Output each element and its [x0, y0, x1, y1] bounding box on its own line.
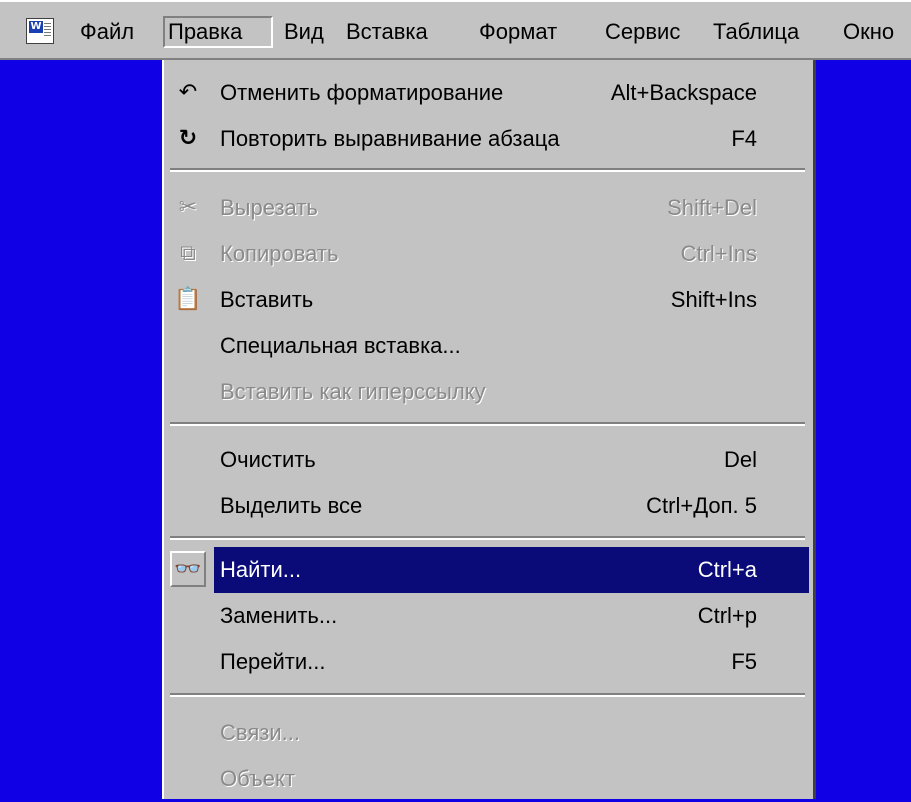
menu-window[interactable]: Окно [839, 16, 898, 48]
menu-edit[interactable]: Правка [163, 16, 273, 48]
menu-item-links: Связи... [220, 720, 300, 745]
menu-item-paste-special[interactable]: Специальная вставка... [164, 323, 813, 369]
menu-format[interactable]: Формат [475, 16, 561, 48]
paste-icon: 📋 [174, 287, 202, 312]
binoculars-icon: 👓 [170, 551, 206, 587]
scissors-icon: ✂ [178, 195, 198, 220]
menu-item-paste[interactable]: 📋 Вставить Shift+Ins [164, 277, 813, 323]
menu-item-replace[interactable]: Заменить... Ctrl+p [164, 593, 813, 639]
menu-item-find[interactable]: 👓 Найти... Ctrl+a [164, 547, 813, 593]
menu-bar: W Файл Правка Вид Вставка Формат Сервис … [0, 0, 911, 60]
copy-icon: ⧉ [180, 241, 196, 266]
menu-view[interactable]: Вид [280, 16, 328, 48]
menu-insert[interactable]: Вставка [342, 16, 432, 48]
menu-item-cut: ✂ Вырезать Shift+Del [164, 185, 813, 231]
menu-separator [170, 693, 805, 697]
menu-separator [170, 168, 805, 172]
word-document-icon[interactable]: W [26, 18, 54, 44]
menu-separator [170, 536, 805, 540]
menu-item-redo[interactable]: ↻ Повторить выравнивание абзаца F4 [164, 116, 813, 162]
menu-item-clear[interactable]: Очистить Del [164, 437, 813, 483]
menu-tools[interactable]: Сервис [601, 16, 684, 48]
menu-item-copy: ⧉ Копировать Ctrl+Ins [164, 231, 813, 277]
menu-item-select-all[interactable]: Выделить все Ctrl+Доп. 5 [164, 483, 813, 529]
menu-item-undo[interactable]: ↶ Отменить форматирование Alt+Backspace [164, 70, 813, 116]
menu-item-goto[interactable]: Перейти... F5 [164, 639, 813, 685]
menu-item-paste-hyperlink: Вставить как гиперссылку [220, 379, 486, 404]
menu-separator [170, 422, 805, 426]
edit-dropdown-menu: ↶ Отменить форматирование Alt+Backspace … [162, 60, 816, 799]
menu-item-object: Объект [220, 766, 295, 791]
menu-table[interactable]: Таблица [709, 16, 803, 48]
undo-icon: ↶ [178, 80, 198, 105]
redo-icon: ↻ [178, 126, 198, 151]
menu-file[interactable]: Файл [76, 16, 138, 48]
